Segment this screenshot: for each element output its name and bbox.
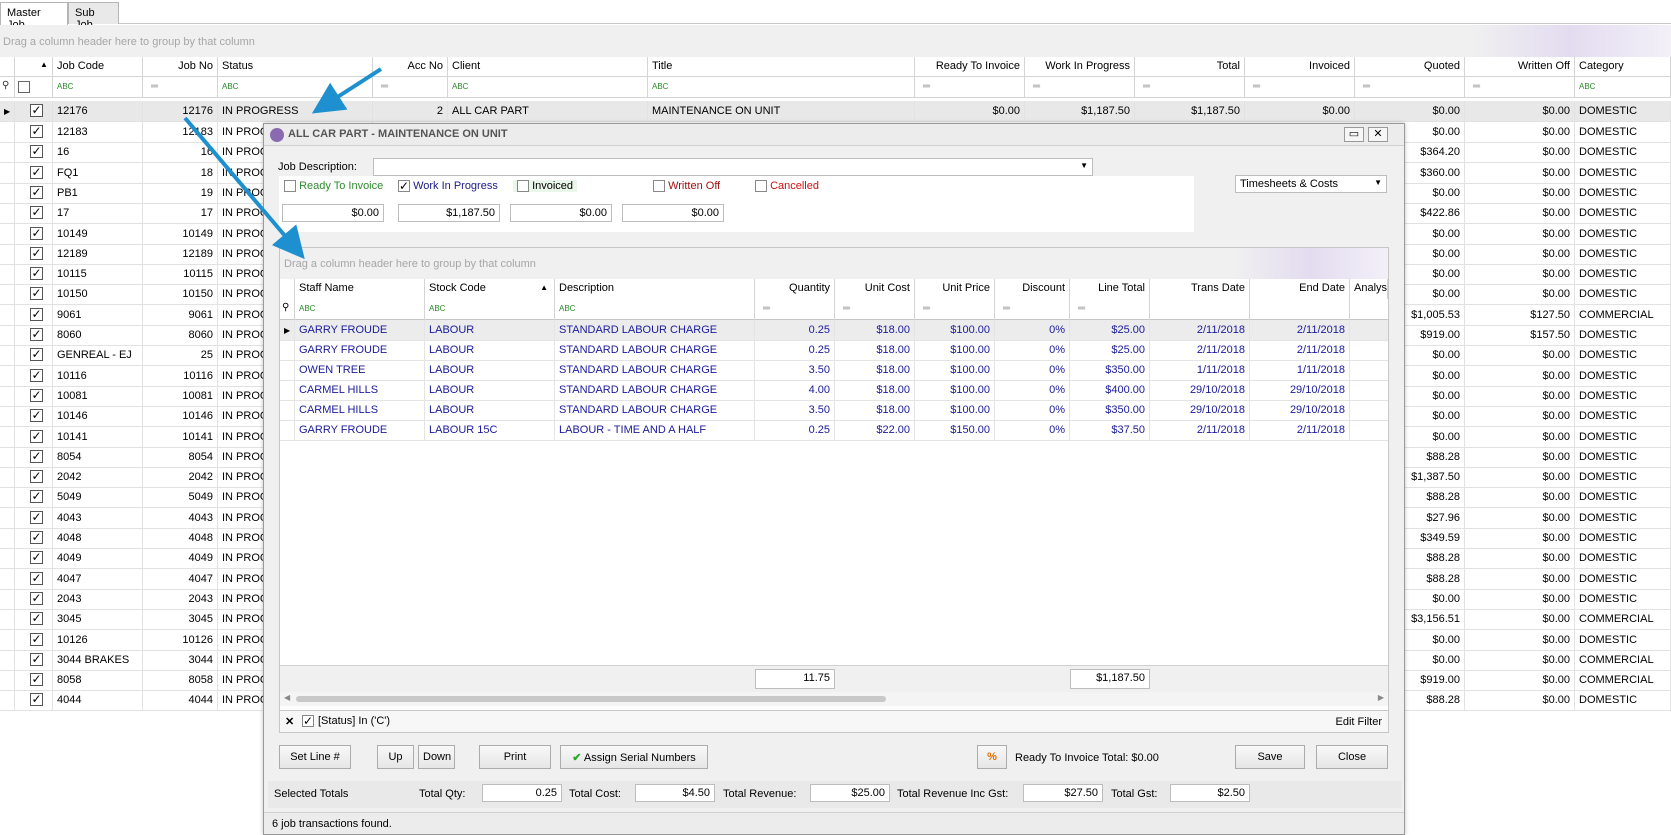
annotation-arrows bbox=[183, 67, 383, 260]
arrow-to-row bbox=[311, 67, 383, 114]
arrow-to-grid bbox=[183, 116, 305, 260]
